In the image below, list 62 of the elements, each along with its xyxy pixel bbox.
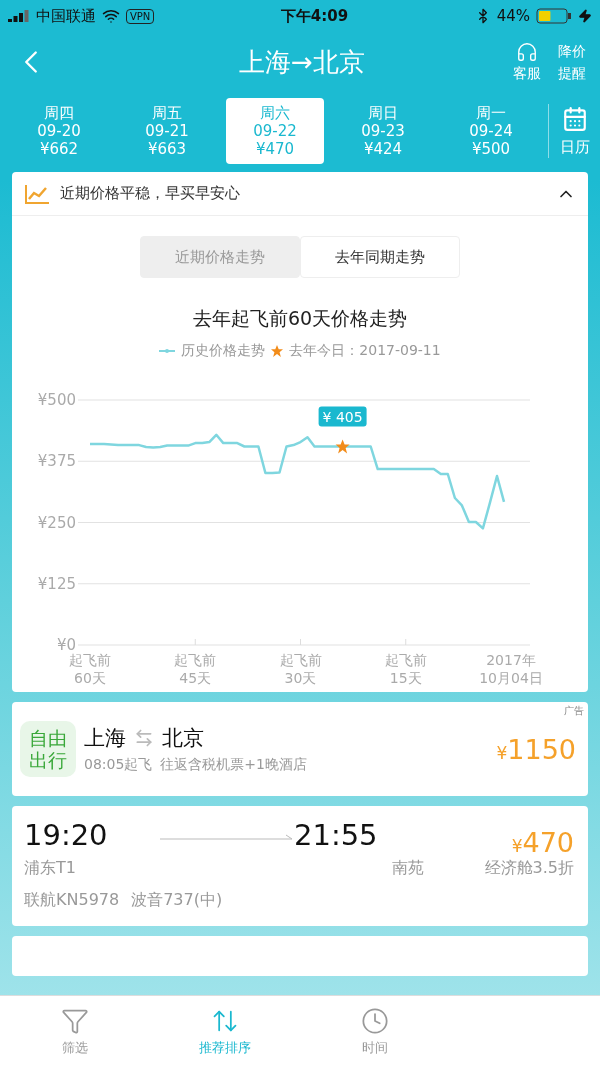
departure-time: 19:20 bbox=[24, 818, 109, 854]
aircraft-type: 波音737(中) bbox=[131, 889, 223, 911]
vpn-indicator: VPN bbox=[126, 8, 155, 24]
chart-title: 去年起飞前60天价格走势 bbox=[191, 306, 409, 331]
axis-label: 起飞前 15天 bbox=[384, 652, 427, 686]
departure-time: 08:05起飞 bbox=[84, 756, 153, 774]
axis-label: ¥125 bbox=[37, 574, 76, 593]
price-tooltip: ¥ 405 bbox=[318, 406, 367, 427]
charging-icon bbox=[578, 9, 592, 23]
star-marker bbox=[335, 439, 350, 454]
axis-label: ¥250 bbox=[37, 513, 76, 532]
origin-city: 上海 bbox=[84, 725, 126, 752]
service-button[interactable]: 客服 bbox=[504, 41, 550, 83]
date-tab[interactable]: 周一 09-24 ¥500 bbox=[442, 98, 540, 164]
date-tab[interactable]: 周四 09-20 ¥662 bbox=[10, 98, 108, 164]
arrival-airport: 南苑 bbox=[391, 858, 425, 879]
route-title: 上海→北京 bbox=[238, 45, 366, 79]
ad-tag: 广告 bbox=[564, 704, 584, 718]
axis-label: ¥375 bbox=[37, 452, 76, 471]
round-trip-icon bbox=[134, 728, 154, 748]
ad-card[interactable]: 广告 自由出行 上海 北京 08:05起飞 往返含税机票+1晚酒店 ¥1150 bbox=[12, 702, 588, 796]
line-legend-icon bbox=[159, 348, 176, 354]
date-tab[interactable]: 周五 09-21 ¥663 bbox=[118, 98, 216, 164]
price-alert-button[interactable]: 降价提醒 bbox=[556, 40, 588, 84]
segment-tab[interactable]: 近期价格走势 bbox=[140, 236, 300, 278]
battery-icon bbox=[536, 8, 572, 24]
clock-icon bbox=[361, 1006, 389, 1035]
axis-label: 起飞前 60天 bbox=[69, 652, 111, 686]
axis-label: ¥500 bbox=[37, 391, 76, 409]
product-badge: 自由出行 bbox=[20, 721, 76, 777]
segment-tab[interactable]: 去年同期走势 bbox=[300, 236, 460, 278]
battery-percent: 44% bbox=[496, 7, 530, 25]
package-price: ¥1150 bbox=[496, 733, 576, 765]
destination-city: 北京 bbox=[162, 725, 204, 752]
flight-card[interactable]: 19:20 21:55 ¥470 浦东T1 南苑 经济舱3.5折 联航KN5978 波音737(中) bbox=[12, 806, 588, 926]
axis-label: 起飞前 30天 bbox=[279, 652, 322, 686]
wifi-icon bbox=[102, 7, 120, 25]
axis-label: ¥0 bbox=[56, 636, 76, 654]
signal-icon bbox=[8, 10, 30, 22]
calendar-button[interactable]: 日历 bbox=[549, 104, 600, 158]
bottom-tab[interactable]: 时间 bbox=[300, 996, 450, 1067]
star-icon bbox=[271, 345, 284, 357]
legend-label: 历史价格走势 bbox=[181, 342, 266, 360]
flight-number: 联航KN5978 bbox=[24, 889, 120, 911]
date-tab[interactable]: 周六 09-22 ¥470 bbox=[226, 98, 324, 164]
axis-label: 起飞前 45天 bbox=[174, 652, 217, 686]
bottom-tab[interactable]: 筛选 bbox=[0, 996, 150, 1067]
headset-icon bbox=[516, 41, 538, 63]
cabin-discount: 经济舱3.5折 bbox=[484, 858, 574, 879]
status-time: 下午4:09 bbox=[280, 6, 349, 26]
trend-icon bbox=[24, 182, 50, 205]
bottom-tab[interactable]: 推荐排序 bbox=[150, 996, 300, 1067]
arrival-time: 21:55 bbox=[294, 818, 379, 854]
axis-label: 2017年 10月04日 bbox=[479, 652, 543, 686]
date-tab[interactable]: 周日 09-23 ¥424 bbox=[334, 98, 432, 164]
calendar-icon bbox=[561, 105, 588, 132]
departure-airport: 浦东T1 bbox=[24, 858, 77, 879]
carrier-name: 中国联通 bbox=[36, 6, 96, 26]
flight-price: ¥470 bbox=[511, 827, 574, 858]
price-tip: 近期价格平稳，早买早安心 bbox=[60, 184, 241, 203]
legend-label: 去年今日：2017-09-11 bbox=[289, 342, 441, 360]
package-description: 往返含税机票+1晚酒店 bbox=[160, 756, 307, 774]
